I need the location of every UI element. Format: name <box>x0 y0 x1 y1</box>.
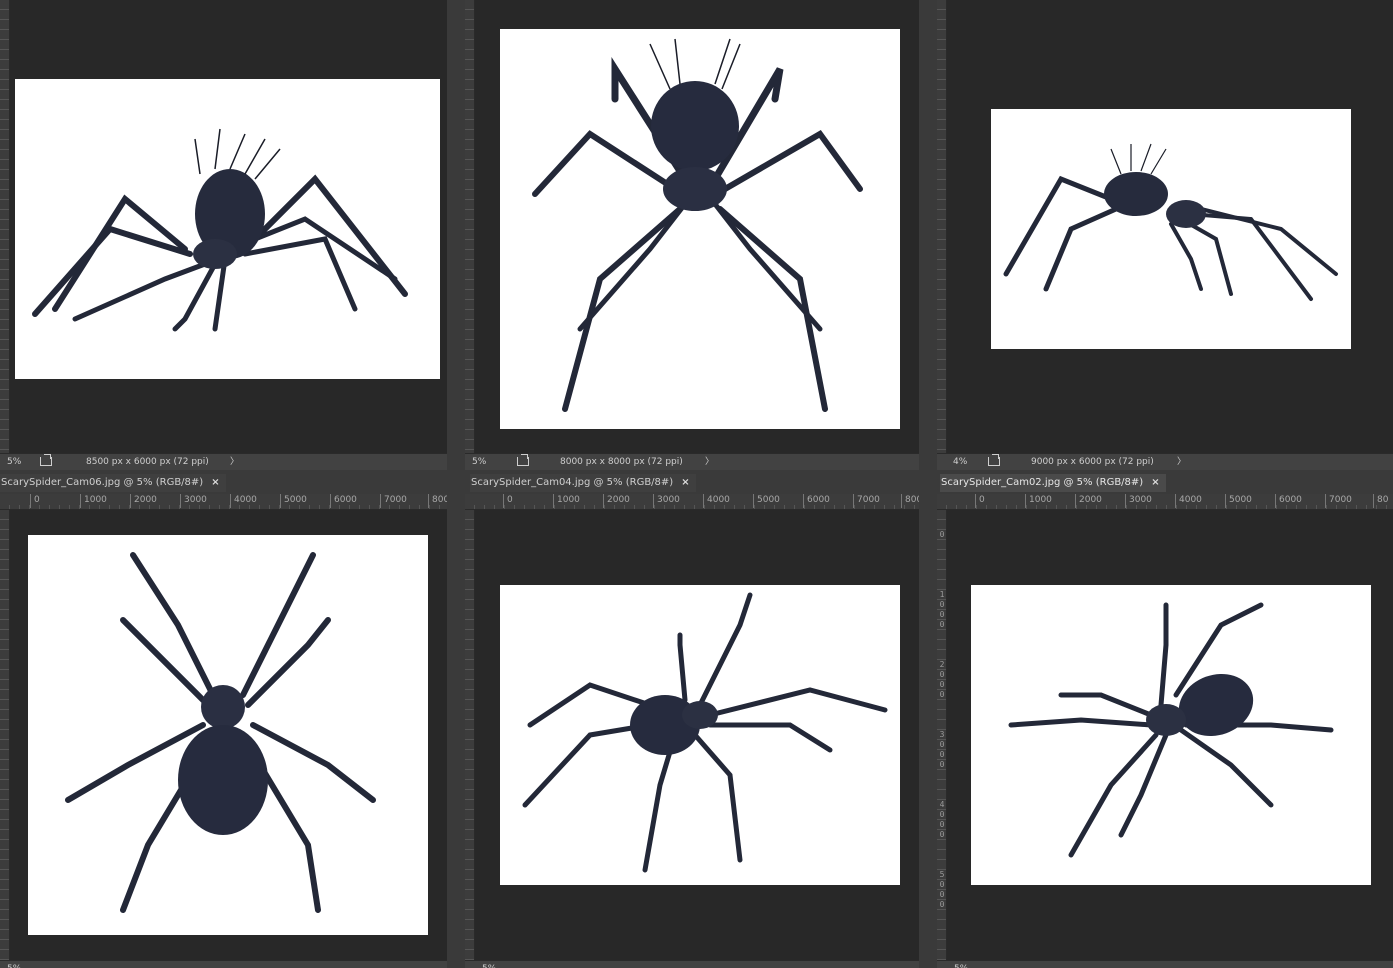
chevron-right-icon[interactable]: 〉 <box>1177 454 1186 470</box>
tab-title: ScarySpider_Cam06.jpg @ 5% (RGB/8#) <box>1 477 204 488</box>
ruler-label: 7000 <box>1325 494 1352 508</box>
ruler-label: 800 <box>428 494 447 508</box>
image-canvas[interactable] <box>971 585 1371 885</box>
ruler-label: 7000 <box>853 494 880 508</box>
ruler-label: 2000 <box>1075 494 1102 508</box>
ruler-label: 0 <box>30 494 40 508</box>
status-bar: 5% <box>465 960 919 968</box>
zoom-level[interactable]: 5% <box>472 454 486 470</box>
status-bar: 5% <box>937 960 1393 968</box>
ruler-label: 0 <box>939 530 945 539</box>
tab-title: ScarySpider_Cam02.jpg @ 5% (RGB/8#) <box>941 477 1144 488</box>
ruler-label: 3000 <box>939 730 945 769</box>
doc-window-2[interactable]: 5% 8000 px x 8000 px (72 ppi) 〉 <box>465 0 919 470</box>
ruler-label: 1000 <box>939 590 945 629</box>
horizontal-ruler[interactable]: 0 1000 2000 3000 4000 5000 6000 7000 800 <box>465 494 919 510</box>
image-canvas[interactable] <box>28 535 428 935</box>
ruler-label: 80 <box>1373 494 1388 508</box>
doc-dimensions: 8000 px x 8000 px (72 ppi) <box>560 457 683 467</box>
horizontal-ruler[interactable]: 0 1000 2000 3000 4000 5000 6000 7000 80 <box>937 494 1393 510</box>
tab-cam02[interactable]: ScarySpider_Cam02.jpg @ 5% (RGB/8#) × <box>940 474 1166 492</box>
spider-side-low-image <box>1003 143 1338 301</box>
spider-side-image <box>32 128 408 332</box>
vertical-ruler[interactable] <box>0 0 10 453</box>
ruler-label: 2000 <box>603 494 630 508</box>
ruler-label: 800 <box>901 494 919 508</box>
share-icon[interactable] <box>988 454 1000 466</box>
vertical-ruler[interactable] <box>465 0 475 453</box>
zoom-level[interactable]: 4% <box>953 454 967 470</box>
ruler-label: 2000 <box>939 660 945 699</box>
tab-title: ScarySpider_Cam04.jpg @ 5% (RGB/8#) <box>471 477 674 488</box>
ruler-label: 7000 <box>380 494 407 508</box>
share-icon[interactable] <box>40 454 52 466</box>
ruler-label: 2000 <box>130 494 157 508</box>
ruler-label: 4000 <box>230 494 257 508</box>
tab-cam06[interactable]: ScarySpider_Cam06.jpg @ 5% (RGB/8#) × <box>0 474 226 492</box>
image-canvas[interactable] <box>500 585 900 885</box>
horizontal-ruler[interactable]: 0 1000 2000 3000 4000 5000 6000 7000 800 <box>0 494 447 510</box>
status-bar: 5% 8500 px x 6000 px (72 ppi) 〉 <box>0 453 447 470</box>
doc-dimensions: 8500 px x 6000 px (72 ppi) <box>86 457 209 467</box>
ruler-label: 3000 <box>180 494 207 508</box>
ruler-label: 3000 <box>1125 494 1152 508</box>
vertical-ruler[interactable] <box>465 510 475 968</box>
ruler-label: 6000 <box>330 494 357 508</box>
ruler-label: 6000 <box>1275 494 1302 508</box>
chevron-right-icon[interactable]: 〉 <box>705 454 714 470</box>
close-icon[interactable]: × <box>681 477 689 488</box>
ruler-label: 4000 <box>939 800 945 839</box>
ruler-label: 4000 <box>703 494 730 508</box>
image-canvas[interactable] <box>991 109 1351 349</box>
doc-window-5[interactable]: 0 1000 2000 3000 4000 5000 6000 7000 800 <box>465 494 919 968</box>
ruler-label: 5000 <box>939 870 945 909</box>
doc-window-4[interactable]: 0 1000 2000 3000 4000 5000 6000 7000 800 <box>0 494 447 968</box>
share-icon[interactable] <box>517 454 529 466</box>
zoom-level[interactable]: 5% <box>7 454 21 470</box>
vertical-ruler[interactable]: 0 1000 2000 3000 4000 5000 <box>937 510 947 968</box>
ruler-label: 5000 <box>1225 494 1252 508</box>
close-icon[interactable]: × <box>211 477 219 488</box>
status-bar: 5% 8000 px x 8000 px (72 ppi) 〉 <box>465 453 919 470</box>
doc-window-1[interactable]: 5% 8500 px x 6000 px (72 ppi) 〉 <box>0 0 447 470</box>
ruler-label: 6000 <box>803 494 830 508</box>
spider-three-quarter-image <box>522 592 888 873</box>
vertical-ruler[interactable] <box>0 510 10 968</box>
ruler-label: 5000 <box>753 494 780 508</box>
close-icon[interactable]: × <box>1151 477 1159 488</box>
spider-top-image <box>65 552 376 913</box>
ruler-label: 0 <box>975 494 985 508</box>
image-canvas[interactable] <box>500 29 900 429</box>
status-bar: 4% 9000 px x 6000 px (72 ppi) 〉 <box>937 453 1393 470</box>
image-canvas[interactable] <box>15 79 440 379</box>
chevron-right-icon[interactable]: 〉 <box>230 454 239 470</box>
ruler-label: 0 <box>503 494 513 508</box>
tab-cam04[interactable]: ScarySpider_Cam04.jpg @ 5% (RGB/8#) × <box>470 474 696 492</box>
doc-window-6[interactable]: 0 1000 2000 3000 4000 5000 6000 7000 80 … <box>937 494 1393 968</box>
ruler-label: 1000 <box>80 494 107 508</box>
ruler-label: 4000 <box>1175 494 1202 508</box>
ruler-label: 1000 <box>1025 494 1052 508</box>
zoom-level[interactable]: 5% <box>7 961 21 968</box>
ruler-label: 3000 <box>653 494 680 508</box>
ruler-label: 1000 <box>553 494 580 508</box>
spider-top-angled-image <box>1008 602 1334 858</box>
zoom-level[interactable]: 5% <box>954 961 968 968</box>
ruler-label: 5000 <box>280 494 307 508</box>
status-bar: 5% <box>0 960 447 968</box>
zoom-level[interactable]: 5% <box>482 961 496 968</box>
doc-window-3[interactable]: 4% 9000 px x 6000 px (72 ppi) 〉 <box>937 0 1393 470</box>
doc-dimensions: 9000 px x 6000 px (72 ppi) <box>1031 457 1154 467</box>
vertical-ruler[interactable] <box>937 0 947 453</box>
spider-front-image <box>532 38 863 412</box>
